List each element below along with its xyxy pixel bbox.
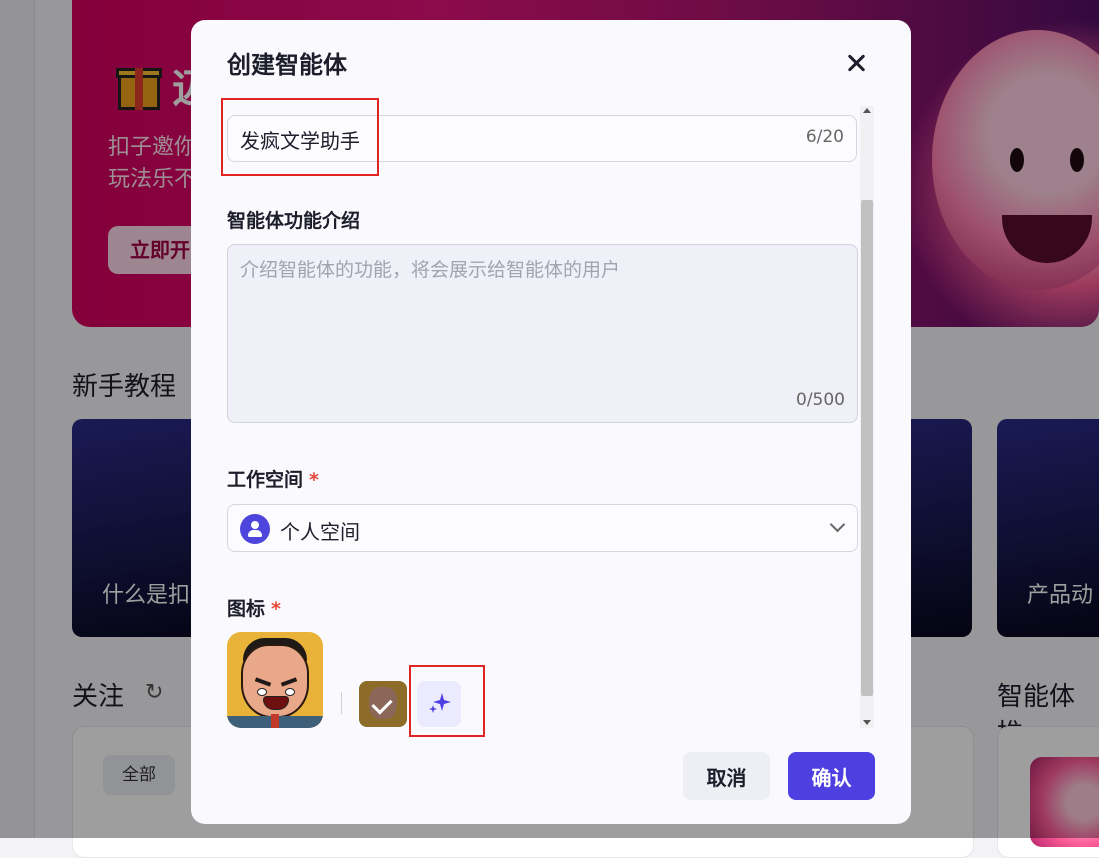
avatar-option-selected[interactable]	[359, 681, 407, 727]
description-label: 智能体功能介绍	[227, 210, 361, 232]
workspace-select[interactable]: 个人空间	[227, 504, 858, 552]
confirm-button[interactable]: 确认	[788, 752, 875, 800]
workspace-selected-value: 个人空间	[280, 520, 360, 544]
user-avatar-icon	[240, 514, 270, 544]
workspace-label: 工作空间 *	[227, 469, 319, 491]
description-char-count: 0/500	[796, 390, 845, 410]
create-agent-dialog: 创建智能体 发疯文学助手 6/20 智能体功能介绍 介绍智能体的功能，将会展示给…	[191, 20, 911, 824]
required-mark: *	[309, 469, 319, 491]
annotation-highlight-box	[221, 98, 379, 176]
dialog-title: 创建智能体	[227, 51, 347, 79]
icon-label: 图标 *	[227, 598, 281, 620]
annotation-highlight-box	[409, 665, 485, 737]
agent-avatar-preview[interactable]	[227, 632, 323, 728]
agent-name-char-count: 6/20	[805, 127, 844, 147]
cancel-button[interactable]: 取消	[683, 752, 770, 800]
dialog-scrollbar[interactable]	[860, 106, 874, 728]
required-mark: *	[271, 598, 281, 620]
close-icon[interactable]	[841, 48, 871, 78]
scroll-down-arrow-icon[interactable]	[863, 720, 871, 725]
scroll-up-arrow-icon[interactable]	[863, 108, 871, 113]
chevron-down-icon	[829, 516, 846, 533]
description-placeholder: 介绍智能体的功能，将会展示给智能体的用户	[240, 259, 621, 281]
description-textarea[interactable]: 介绍智能体的功能，将会展示给智能体的用户 0/500	[227, 244, 858, 423]
icon-divider	[341, 692, 342, 714]
scrollbar-thumb[interactable]	[861, 200, 873, 696]
